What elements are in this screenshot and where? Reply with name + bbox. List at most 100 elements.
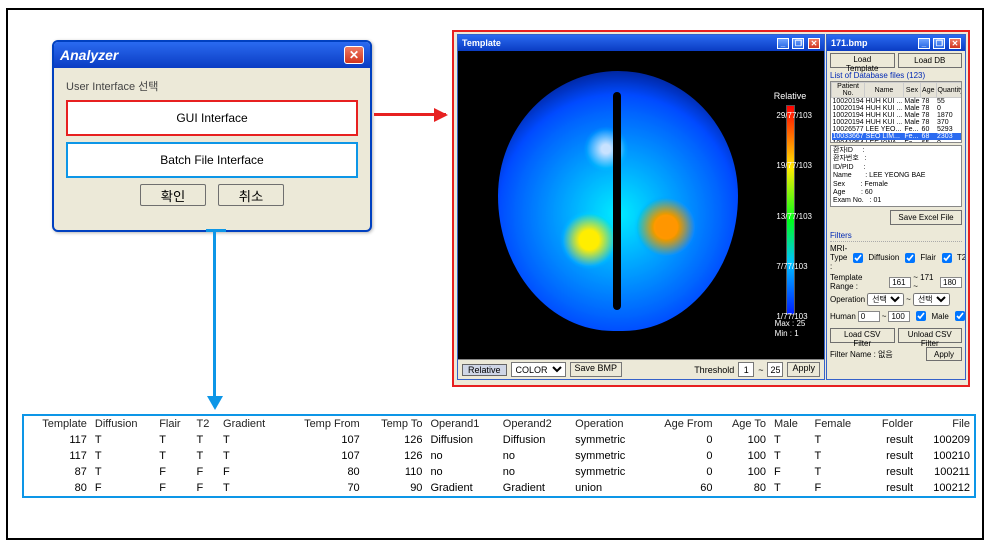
batch-cell: symmetric (571, 464, 645, 480)
db-list[interactable]: Patient No.NameSexAgeQuantity 10020194HU… (830, 81, 962, 143)
batch-cell: T (810, 464, 867, 480)
db-list-label: List of Database files (123) (830, 71, 962, 80)
db-row[interactable]: 10020194HUH KUI ...Male781870 (832, 112, 963, 119)
batch-header: Temp From (283, 416, 364, 432)
batch-cell: Diffusion (426, 432, 498, 448)
batch-cell: symmetric (571, 448, 645, 464)
db-cell: 10026577 (832, 126, 865, 133)
batch-cell: 100212 (917, 480, 974, 496)
batch-cell: result (867, 432, 917, 448)
threshold-low-input[interactable] (738, 362, 754, 377)
close-icon[interactable]: ✕ (808, 38, 820, 49)
human-from-input[interactable] (858, 311, 880, 322)
db-cell: 1870 (936, 112, 962, 119)
close-icon[interactable]: ✕ (344, 46, 364, 64)
batch-cell: 60 (645, 480, 717, 496)
db-cell: 0 (936, 105, 962, 112)
color-select[interactable]: COLOR (511, 362, 566, 377)
ok-button[interactable]: 확인 (140, 184, 206, 206)
analyzer-subtitle: User Interface 선택 (66, 78, 358, 94)
batch-cell: 100 (717, 448, 770, 464)
operation2-select[interactable]: 선택 (913, 293, 950, 306)
batch-cell: F (810, 480, 867, 496)
minimize-icon[interactable]: _ (777, 38, 789, 49)
batch-cell: T (193, 432, 219, 448)
batch-cell: 126 (364, 432, 427, 448)
batch-cell: T (155, 432, 192, 448)
close-icon[interactable]: ✕ (949, 38, 961, 49)
batch-cell: 80 (717, 480, 770, 496)
operation1-select[interactable]: 선택 (867, 293, 904, 306)
batch-cell: F (770, 464, 810, 480)
load-db-button[interactable]: Load DB (898, 53, 963, 68)
load-csv-button[interactable]: Load CSV Filter (830, 328, 895, 343)
batch-cell: T (770, 448, 810, 464)
batch-cell: F (219, 464, 283, 480)
batch-cell: T (770, 432, 810, 448)
db-cell: 370 (936, 119, 962, 126)
batch-cell: no (426, 464, 498, 480)
filters-panel: MRI-Type : Diffusion Flair T2 Gradient T… (830, 241, 962, 361)
side-body: Load Template Load DB List of Database f… (827, 51, 965, 363)
batch-cell: 117 (24, 432, 91, 448)
arrow-to-batch-line (213, 232, 216, 397)
template-to-input[interactable] (940, 277, 962, 288)
batch-row: 80FFFT7090GradientGradientunion6080TFres… (24, 480, 974, 496)
batch-interface-button[interactable]: Batch File Interface (66, 142, 358, 178)
cancel-button[interactable]: 취소 (218, 184, 284, 206)
batch-cell: F (155, 480, 192, 496)
threshold-apply-button[interactable]: Apply (787, 362, 820, 377)
chk-female[interactable]: Female (951, 308, 965, 324)
maximize-icon[interactable]: ❐ (933, 38, 945, 49)
batch-header: Operand2 (499, 416, 571, 432)
threshold-label: Threshold (694, 365, 734, 375)
batch-cell: result (867, 480, 917, 496)
chk-t2[interactable]: T2 (938, 250, 965, 266)
batch-header: Gradient (219, 416, 283, 432)
maximize-icon[interactable]: ❐ (792, 38, 804, 49)
batch-header: Male (770, 416, 810, 432)
load-template-button[interactable]: Load Template (830, 53, 895, 68)
db-cell: 10020194 (832, 119, 865, 126)
filter-name-display: Filter Name : 없음 (830, 349, 923, 360)
colorbar-label: Relative (774, 91, 807, 101)
db-cell: Male (903, 112, 920, 119)
batch-table-container: TemplateDiffusionFlairT2GradientTemp Fro… (22, 414, 976, 498)
minimize-icon[interactable]: _ (918, 38, 930, 49)
meta-box: 환자ID : 환자번호 : ID/PID : Name : LEE YEONG … (830, 145, 962, 207)
template-from-input[interactable] (889, 277, 911, 288)
db-cell: Male (903, 119, 920, 126)
save-excel-button[interactable]: Save Excel File (890, 210, 962, 225)
batch-header: Operation (571, 416, 645, 432)
operation-sep: ~ (906, 295, 911, 304)
human-to-input[interactable] (888, 311, 910, 322)
db-row[interactable]: 10020194HUH KUI ...Male7855 (832, 98, 963, 106)
batch-header: Age From (645, 416, 717, 432)
db-row[interactable]: 10020194HUH KUI ...Male78370 (832, 119, 963, 126)
db-cell: Fe... (903, 140, 920, 143)
gui-interface-button[interactable]: GUI Interface (66, 100, 358, 136)
brain-viewer[interactable]: Relative 29/77/103 19/77/103 13/77/103 7… (458, 51, 824, 359)
batch-cell: F (193, 480, 219, 496)
chk-male[interactable]: Male (912, 308, 948, 324)
unload-csv-button[interactable]: Unload CSV Filter (898, 328, 963, 343)
chk-diffusion[interactable]: Diffusion (849, 250, 899, 266)
template-range-label: Template Range : (830, 273, 887, 291)
template-title-text: Template (462, 38, 501, 48)
filter-apply-button[interactable]: Apply (926, 347, 962, 361)
db-row[interactable]: 10033667SEO LIM...Fe...682303 (832, 133, 963, 140)
db-row[interactable]: 10026577LEE YEO...Fe...605293 (832, 126, 963, 133)
batch-cell: T (770, 480, 810, 496)
batch-header: Temp To (364, 416, 427, 432)
threshold-high-input[interactable] (767, 362, 783, 377)
batch-header: Diffusion (91, 416, 155, 432)
save-bmp-button[interactable]: Save BMP (570, 362, 623, 377)
chk-flair[interactable]: Flair (901, 250, 936, 266)
relative-tab[interactable]: Relative (462, 364, 507, 376)
batch-table: TemplateDiffusionFlairT2GradientTemp Fro… (24, 416, 974, 496)
batch-cell: T (219, 448, 283, 464)
db-cell: 78 (921, 105, 936, 112)
db-row[interactable]: 10020194HUH KUI ...Male780 (832, 105, 963, 112)
db-cell: 10020194 (832, 112, 865, 119)
db-row[interactable]: 10041054LEE KWA...Fe...650 (832, 140, 963, 143)
